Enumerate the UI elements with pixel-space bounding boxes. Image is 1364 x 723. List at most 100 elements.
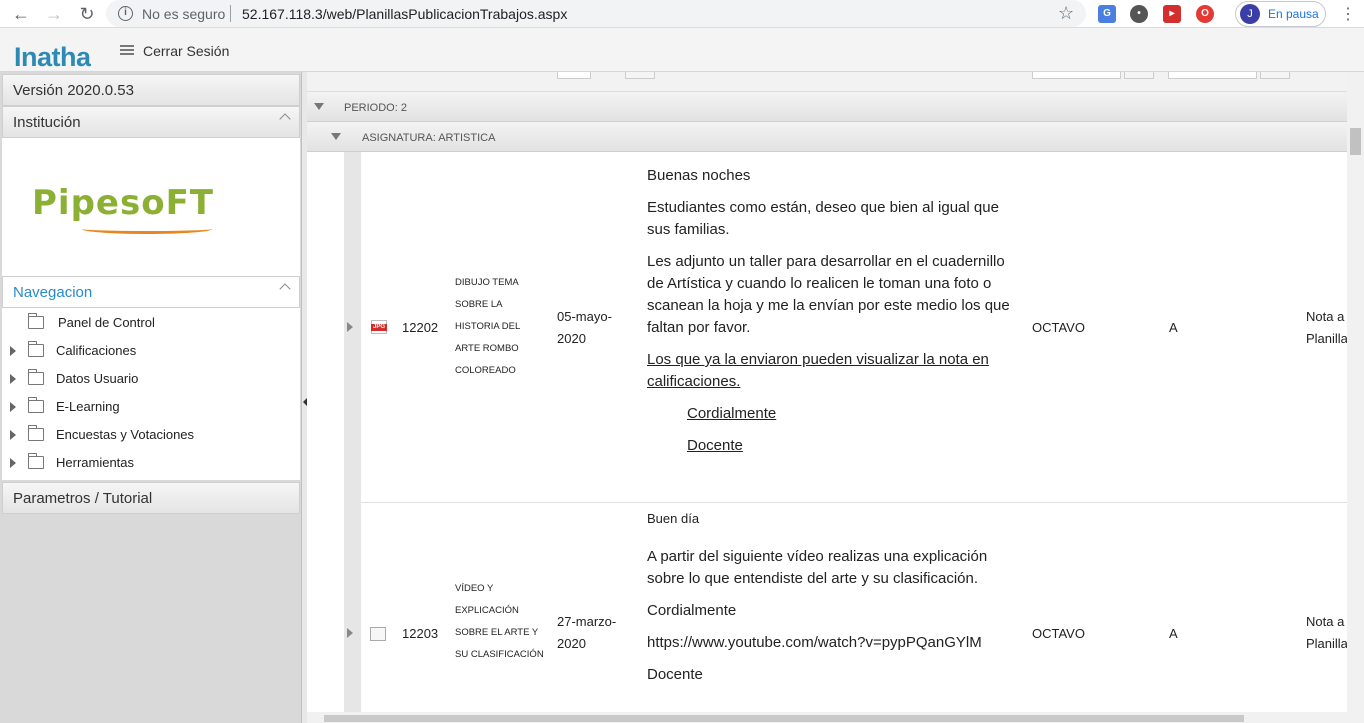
- reload-icon[interactable]: ↻: [76, 3, 98, 25]
- group-row-periodo[interactable]: PERIODO: 2: [307, 92, 1347, 122]
- group-label-asignatura: ASIGNATURA: ARTISTICA: [362, 132, 496, 144]
- info-icon[interactable]: i: [118, 6, 133, 21]
- nav-item-label: E-Learning: [56, 399, 120, 414]
- desc-paragraph: Les adjunto un taller para desarrollar e…: [647, 253, 1010, 336]
- row-code: 12203: [402, 626, 439, 641]
- logout-link[interactable]: Cerrar Sesión: [143, 43, 229, 59]
- url-separator: [230, 5, 231, 22]
- back-arrow-icon[interactable]: ←: [10, 3, 32, 25]
- collapse-triangle-icon[interactable]: [331, 133, 341, 140]
- chevron-up-icon[interactable]: [279, 113, 291, 125]
- jpg-file-icon[interactable]: [371, 320, 387, 334]
- folder-icon: [28, 425, 44, 441]
- translate-extension-icon[interactable]: G: [1098, 5, 1116, 23]
- broken-image-icon[interactable]: [370, 627, 386, 641]
- desc-paragraph: Los que ya la enviaron pueden visualizar…: [647, 351, 989, 390]
- sidebar: Versión 2020.0.53 Institución PipesoFT N…: [0, 72, 302, 723]
- filter-strip: [307, 72, 1347, 92]
- nav-item-encuestas[interactable]: Encuestas y Votaciones: [10, 424, 290, 446]
- row-title: VÍDEO Y EXPLICACIÓN SOBRE EL ARTE Y SU C…: [455, 583, 544, 660]
- version-label: Versión 2020.0.53: [13, 82, 134, 99]
- row-group: A: [1169, 626, 1178, 641]
- app-header: Inatha Cerrar Sesión: [0, 28, 1364, 72]
- filter-box[interactable]: [1032, 72, 1121, 79]
- navigation-panel: Panel de Control Calificaciones Datos Us…: [2, 308, 300, 480]
- expand-triangle-icon[interactable]: [10, 374, 16, 384]
- bookmark-star-icon[interactable]: ☆: [1058, 3, 1074, 24]
- nav-item-datos-usuario[interactable]: Datos Usuario: [10, 368, 290, 390]
- folder-icon: [28, 397, 44, 413]
- row-date: 27-marzo-2020: [557, 614, 617, 651]
- bulb-extension-icon[interactable]: •: [1130, 5, 1148, 23]
- folder-icon: [28, 453, 44, 469]
- institution-label: Institución: [13, 114, 81, 131]
- row-title: DIBUJO TEMA SOBRE LA HISTORIA DEL ARTE R…: [455, 277, 520, 376]
- filter-button[interactable]: [625, 72, 655, 79]
- desc-paragraph: Estudiantes como están, deseo que bien a…: [647, 199, 999, 238]
- collapse-triangle-icon[interactable]: [314, 103, 324, 110]
- params-header[interactable]: Parametros / Tutorial: [2, 482, 300, 514]
- folder-icon: [28, 313, 44, 329]
- nav-item-calificaciones[interactable]: Calificaciones: [10, 340, 290, 362]
- nav-item-label: Herramientas: [56, 455, 135, 470]
- logo-swoosh: [82, 224, 212, 234]
- table-row[interactable]: 12202 DIBUJO TEMA SOBRE LA HISTORIA DEL …: [347, 152, 1348, 503]
- desc-paragraph: Cordialmente: [687, 405, 777, 422]
- group-row-asignatura[interactable]: ASIGNATURA: ARTISTICA: [307, 122, 1347, 152]
- nav-item-label: Calificaciones: [56, 343, 137, 358]
- vertical-scroll-thumb[interactable]: [1350, 128, 1361, 155]
- filter-button[interactable]: [1124, 72, 1154, 79]
- avatar: J: [1240, 4, 1260, 24]
- horizontal-scroll-thumb[interactable]: [324, 715, 1244, 722]
- play-extension-icon[interactable]: ▸: [1163, 5, 1181, 23]
- desc-paragraph: Docente: [687, 437, 743, 454]
- desc-paragraph: Buen día: [647, 511, 700, 526]
- institution-header[interactable]: Institución: [2, 106, 300, 138]
- nav-item-label: Panel de Control: [58, 315, 155, 330]
- kebab-menu-icon[interactable]: ⋮: [1340, 4, 1356, 24]
- address-bar[interactable]: i No es seguro 52.167.118.3/web/Planilla…: [106, 0, 1086, 27]
- not-secure-label: No es seguro: [142, 6, 226, 22]
- vertical-scrollbar[interactable]: [1347, 72, 1364, 723]
- expand-triangle-icon[interactable]: [10, 402, 16, 412]
- nav-item-e-learning[interactable]: E-Learning: [10, 396, 290, 418]
- chevron-up-icon[interactable]: [279, 283, 291, 295]
- institution-panel: PipesoFT: [2, 138, 300, 276]
- nav-item-herramientas[interactable]: Herramientas: [10, 452, 290, 474]
- url-text[interactable]: 52.167.118.3/web/PlanillasPublicacionTra…: [242, 6, 567, 22]
- folder-icon: [28, 341, 44, 357]
- expand-triangle-icon[interactable]: [10, 430, 16, 440]
- row-date: 05-mayo-2020: [557, 309, 612, 346]
- profile-button[interactable]: J En pausa: [1235, 1, 1326, 27]
- app-logo: Inatha: [14, 42, 91, 72]
- filter-box[interactable]: [1168, 72, 1257, 79]
- desc-paragraph: Docente: [647, 666, 703, 683]
- row-grade: OCTAVO: [1032, 626, 1085, 641]
- folder-icon: [28, 369, 44, 385]
- expand-triangle-icon[interactable]: [10, 346, 16, 356]
- expand-triangle-icon[interactable]: [347, 322, 353, 332]
- expand-triangle-icon[interactable]: [347, 628, 353, 638]
- row-description: Buenas noches Estudiantes como están, de…: [647, 165, 1019, 467]
- browser-toolbar: ← → ↻ i No es seguro 52.167.118.3/web/Pl…: [0, 0, 1364, 28]
- desc-paragraph: A partir del siguiente vídeo realizas un…: [647, 548, 988, 587]
- table-row[interactable]: 12203 VÍDEO Y EXPLICACIÓN SOBRE EL ARTE …: [347, 503, 1348, 723]
- profile-status: En pausa: [1268, 7, 1319, 21]
- opera-extension-icon[interactable]: O: [1196, 5, 1214, 23]
- expand-triangle-icon[interactable]: [10, 458, 16, 468]
- navigation-label: Navegacion: [13, 284, 93, 301]
- row-group: A: [1169, 320, 1178, 335]
- forward-arrow-icon[interactable]: →: [43, 3, 65, 25]
- desc-paragraph: Cordialmente: [647, 602, 737, 619]
- institution-logo: PipesoFT: [32, 183, 214, 223]
- filter-box[interactable]: [557, 72, 591, 79]
- filter-button[interactable]: [1260, 72, 1290, 79]
- nav-item-label: Encuestas y Votaciones: [56, 427, 195, 442]
- hamburger-icon[interactable]: [120, 45, 134, 55]
- desc-link[interactable]: https://www.youtube.com/watch?v=pypPQanG…: [647, 632, 1019, 654]
- version-bar: Versión 2020.0.53: [2, 74, 300, 106]
- nav-item-panel-control[interactable]: Panel de Control: [10, 312, 290, 334]
- navigation-header[interactable]: Navegacion: [2, 276, 300, 308]
- row-grade: OCTAVO: [1032, 320, 1085, 335]
- grid-area: PERIODO: 2 ASIGNATURA: ARTISTICA 12202 D…: [307, 72, 1364, 723]
